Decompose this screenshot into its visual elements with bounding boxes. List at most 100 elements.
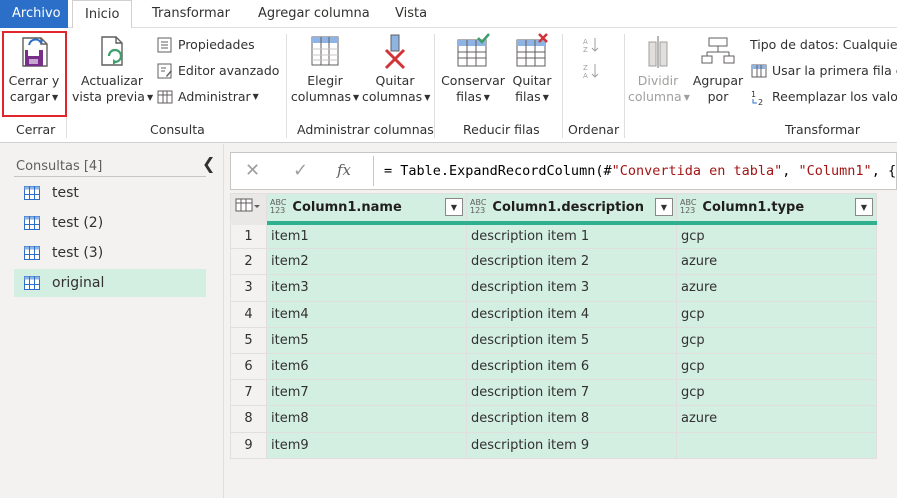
refresh-preview-button[interactable]: Actualizar vista previa ▼ (72, 32, 154, 106)
group-by-label-1: Agrupar (692, 73, 744, 88)
tab-vista[interactable]: Vista (383, 0, 439, 28)
cell-type[interactable]: gcp (676, 300, 877, 328)
type-any-icon: ABC 123 (470, 198, 487, 216)
column-header-type[interactable]: ABC 123 Column1.type ▼ (676, 193, 877, 225)
cell-description[interactable]: description item 8 (466, 405, 677, 433)
cell-name[interactable]: item7 (266, 379, 467, 407)
column-header-name[interactable]: ABC 123 Column1.name ▼ (266, 193, 467, 225)
query-item-label: test (2) (52, 215, 104, 231)
filter-dropdown-button[interactable]: ▼ (655, 198, 673, 217)
formula-string-2: "Column1" (798, 163, 872, 179)
remove-rows-button[interactable]: Quitar filas ▼ (506, 32, 558, 106)
cell-description[interactable]: description item 2 (466, 248, 677, 276)
group-by-button[interactable]: Agrupar por (690, 32, 746, 105)
ribbon-tab-bar: Archivo Inicio Transformar Agregar colum… (0, 0, 897, 29)
use-first-row-headers-button[interactable]: Usar la primera fila co (750, 60, 897, 82)
cell-type[interactable]: gcp (676, 221, 877, 250)
tab-agregar-columna[interactable]: Agregar columna (246, 0, 382, 28)
query-item-label: original (52, 275, 105, 291)
properties-icon (157, 37, 172, 53)
group-label-query: Consulta (150, 122, 205, 137)
cell-type[interactable]: azure (676, 248, 877, 276)
confirm-formula-button[interactable]: ✓ (293, 160, 308, 181)
replace-values-button[interactable]: 12 Reemplazar los valore (750, 86, 897, 108)
formula-bar: ✕ ✓ fx = Table.ExpandRecordColumn(#"Conv… (230, 152, 897, 190)
split-col-label-1: Dividir (637, 73, 679, 88)
cell-description[interactable]: description item 4 (466, 300, 677, 328)
table-row[interactable]: 2 item2 description item 2 azure (230, 248, 877, 276)
advanced-editor-button[interactable]: Editor avanzado (156, 60, 279, 82)
keep-rows-button[interactable]: Conservar filas ▼ (440, 32, 506, 106)
cell-description[interactable]: description item 7 (466, 379, 677, 407)
sort-ascending-button[interactable]: AZ (582, 34, 604, 56)
row-number[interactable]: 7 (230, 379, 267, 407)
query-item-test[interactable]: test (14, 179, 206, 207)
cell-name[interactable]: item9 (266, 431, 467, 459)
table-row[interactable]: 3 item3 description item 3 azure (230, 274, 877, 302)
cell-type[interactable] (676, 431, 877, 459)
table-row[interactable]: 9 item9 description item 9 (230, 431, 877, 459)
queries-divider (14, 176, 206, 177)
tab-inicio[interactable]: Inicio (72, 0, 133, 29)
tab-transformar[interactable]: Transformar (140, 0, 242, 28)
filter-dropdown-button[interactable]: ▼ (445, 198, 463, 217)
table-row[interactable]: 1 item1 description item 1 gcp (230, 221, 877, 250)
sort-descending-button[interactable]: ZA (582, 60, 604, 82)
query-item-test-2[interactable]: test (2) (14, 209, 206, 237)
refresh-label-2: vista previa (72, 89, 145, 104)
row-number[interactable]: 1 (230, 221, 267, 250)
row-number[interactable]: 8 (230, 405, 267, 433)
properties-button[interactable]: Propiedades (156, 34, 255, 56)
fx-icon[interactable]: fx (337, 161, 351, 179)
remove-columns-button[interactable]: Quitar columnas ▼ (362, 32, 430, 106)
formula-input[interactable]: = Table.ExpandRecordColumn(#"Convertida … (373, 156, 897, 186)
row-number[interactable]: 6 (230, 352, 267, 381)
table-row[interactable]: 8 item8 description item 8 azure (230, 405, 877, 433)
row-number[interactable]: 4 (230, 300, 267, 328)
split-column-button[interactable]: Dividir columna ▼ (628, 32, 690, 106)
cell-type[interactable]: gcp (676, 352, 877, 381)
cell-description[interactable]: description item 6 (466, 352, 677, 381)
formula-separator: , (782, 163, 799, 179)
formula-tail: , { (871, 163, 897, 179)
cell-type[interactable]: gcp (676, 326, 877, 354)
query-item-label: test (3) (52, 245, 104, 261)
choose-columns-button[interactable]: Elegir columnas ▼ (290, 32, 360, 106)
cell-description[interactable]: description item 9 (466, 431, 677, 459)
collapse-pane-button[interactable]: ❮ (202, 154, 215, 173)
filter-dropdown-button[interactable]: ▼ (855, 198, 873, 217)
cell-type[interactable]: azure (676, 274, 877, 302)
cell-type[interactable]: azure (676, 405, 877, 433)
cell-description[interactable]: description item 1 (466, 221, 677, 250)
data-type-dropdown[interactable]: Tipo de datos: Cualquiera (750, 34, 897, 56)
column-header-description[interactable]: ABC 123 Column1.description ▼ (466, 193, 677, 225)
chevron-down-icon: ▼ (146, 92, 154, 102)
cell-type[interactable]: gcp (676, 379, 877, 407)
cell-name[interactable]: item6 (266, 352, 467, 381)
cell-name[interactable]: item3 (266, 274, 467, 302)
table-row[interactable]: 6 item6 description item 6 gcp (230, 352, 877, 381)
cell-name[interactable]: item4 (266, 300, 467, 328)
table-row[interactable]: 5 item5 description item 5 gcp (230, 326, 877, 354)
row-number[interactable]: 9 (230, 431, 267, 459)
cell-name[interactable]: item8 (266, 405, 467, 433)
table-menu-button[interactable] (230, 193, 267, 225)
table-row[interactable]: 4 item4 description item 4 gcp (230, 300, 877, 328)
cell-name[interactable]: item2 (266, 248, 467, 276)
row-number[interactable]: 3 (230, 274, 267, 302)
table-row[interactable]: 7 item7 description item 7 gcp (230, 379, 877, 407)
keep-rows-icon (457, 33, 490, 67)
cell-name[interactable]: item1 (266, 221, 467, 250)
row-number[interactable]: 5 (230, 326, 267, 354)
query-item-test-3[interactable]: test (3) (14, 239, 206, 267)
tab-archivo[interactable]: Archivo (0, 0, 68, 28)
cancel-formula-button[interactable]: ✕ (245, 160, 260, 181)
cell-name[interactable]: item5 (266, 326, 467, 354)
choose-cols-label-1: Elegir (307, 73, 343, 88)
group-label-transform: Transformar (785, 122, 860, 137)
cell-description[interactable]: description item 3 (466, 274, 677, 302)
row-number[interactable]: 2 (230, 248, 267, 276)
cell-description[interactable]: description item 5 (466, 326, 677, 354)
query-item-original[interactable]: original (14, 269, 206, 297)
manage-button[interactable]: Administrar ▼ (156, 86, 259, 108)
